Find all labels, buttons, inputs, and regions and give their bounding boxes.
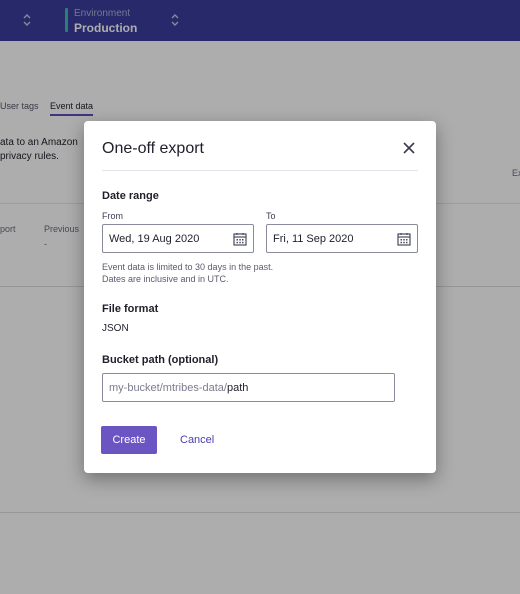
cancel-button[interactable]: Cancel (180, 426, 214, 454)
hint-line: Dates are inclusive and in UTC. (102, 274, 229, 284)
date-range-title: Date range (102, 190, 159, 202)
hint-line: Event data is limited to 30 days in the … (102, 262, 274, 272)
file-format-title: File format (102, 303, 159, 315)
date-range-hint: Event data is limited to 30 days in the … (102, 261, 273, 285)
from-label: From (102, 211, 123, 221)
dialog-title: One-off export (102, 140, 204, 157)
create-button[interactable]: Create (101, 426, 157, 454)
to-date-input[interactable]: Fri, 11 Sep 2020 (266, 224, 418, 253)
calendar-icon[interactable] (397, 232, 411, 246)
from-date-value: Wed, 19 Aug 2020 (109, 233, 200, 245)
bucket-path-input[interactable]: my-bucket/mtribes-data/path (102, 373, 395, 402)
dialog-divider (102, 170, 418, 171)
from-date-input[interactable]: Wed, 19 Aug 2020 (102, 224, 254, 253)
bucket-path-title: Bucket path (optional) (102, 354, 219, 366)
close-button[interactable] (400, 139, 418, 157)
bucket-path-text: my-bucket/mtribes-data/path (109, 382, 248, 394)
file-format-value: JSON (102, 323, 129, 334)
to-label: To (266, 211, 276, 221)
to-date-value: Fri, 11 Sep 2020 (273, 233, 354, 245)
close-icon (403, 142, 415, 154)
bucket-prefix: my-bucket/mtribes-data/ (109, 382, 227, 394)
bucket-path-value: path (226, 382, 249, 394)
one-off-export-dialog: One-off export Date range From To Wed, 1… (84, 121, 436, 473)
calendar-icon[interactable] (233, 232, 247, 246)
